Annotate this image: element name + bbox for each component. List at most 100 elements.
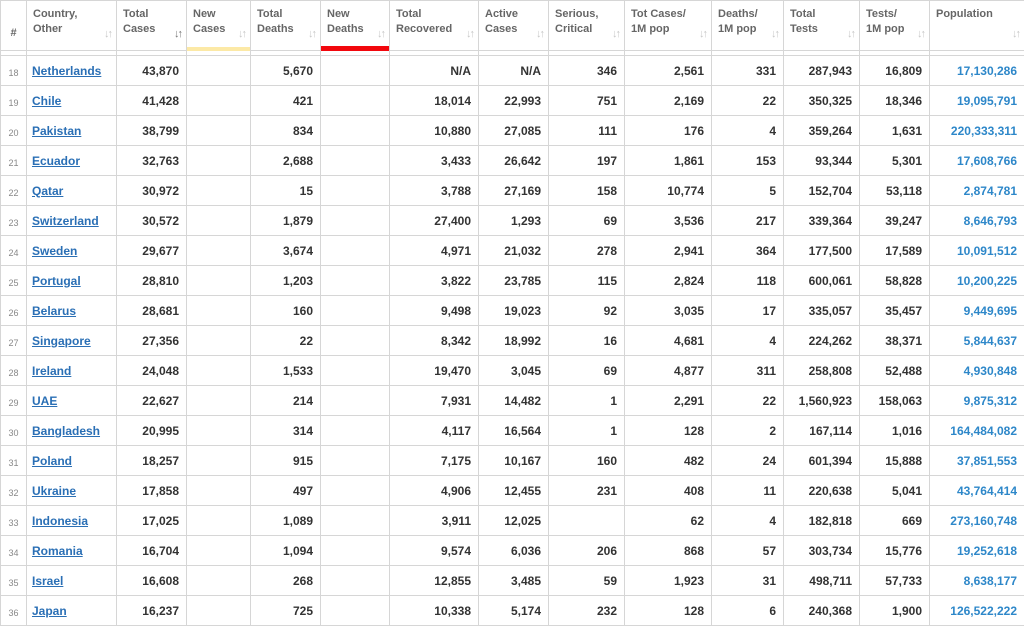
cell-serious: 158 — [549, 176, 625, 206]
cell-deaths-per-m: 22 — [712, 386, 784, 416]
header-new-cases[interactable]: NewCases↓↑ — [187, 1, 251, 51]
sort-arrows-icon[interactable]: ↓↑ — [466, 27, 473, 42]
header-rank[interactable]: # — [1, 1, 27, 51]
cell-total-cases: 27,356 — [117, 326, 187, 356]
header-total-deaths[interactable]: TotalDeaths↓↑ — [251, 1, 321, 51]
sort-arrows-icon[interactable]: ↓↑ — [917, 27, 924, 42]
country-link[interactable]: Switzerland — [32, 214, 99, 228]
country-link[interactable]: Japan — [32, 604, 67, 618]
cell-new-cases — [187, 296, 251, 326]
header-total-tests[interactable]: TotalTests↓↑ — [784, 1, 860, 51]
cell-new-deaths — [321, 506, 390, 536]
cell-total-deaths: 421 — [251, 86, 321, 116]
cell-total-recovered: 19,470 — [390, 356, 479, 386]
cell-total-recovered: 4,117 — [390, 416, 479, 446]
cell-total-recovered: 8,342 — [390, 326, 479, 356]
cell-new-cases — [187, 356, 251, 386]
cell-country: Switzerland — [27, 206, 117, 236]
header-label-line2: 1M pop — [718, 22, 765, 37]
country-link[interactable]: Chile — [32, 94, 61, 108]
cell-new-cases — [187, 566, 251, 596]
country-link[interactable]: Belarus — [32, 304, 76, 318]
cell-new-deaths — [321, 386, 390, 416]
country-link[interactable]: Indonesia — [32, 514, 88, 528]
country-link[interactable]: Ireland — [32, 364, 71, 378]
new-deaths-highlight-bar — [321, 46, 389, 51]
cell-deaths-per-m: 6 — [712, 596, 784, 626]
cell-serious: 232 — [549, 596, 625, 626]
header-total-cases[interactable]: TotalCases↓↑ — [117, 1, 187, 51]
sort-arrows-icon[interactable]: ↓↑ — [104, 27, 111, 42]
header-new-deaths[interactable]: NewDeaths↓↑ — [321, 1, 390, 51]
country-link[interactable]: Singapore — [32, 334, 91, 348]
country-link[interactable]: Sweden — [32, 244, 77, 258]
country-link[interactable]: Qatar — [32, 184, 63, 198]
cell-tests-per-m: 1,631 — [860, 116, 930, 146]
cell-tests-per-m: 53,118 — [860, 176, 930, 206]
cell-deaths-per-m: 153 — [712, 146, 784, 176]
cell-total-cases: 28,810 — [117, 266, 187, 296]
sort-arrows-icon[interactable]: ↓↑ — [377, 27, 384, 42]
header-label-line2: Deaths — [327, 22, 371, 37]
sort-arrows-icon[interactable]: ↓↑ — [847, 27, 854, 42]
sort-arrows-icon[interactable]: ↓↑ — [238, 27, 245, 42]
country-link[interactable]: Ecuador — [32, 154, 80, 168]
cell-active-cases: 14,482 — [479, 386, 549, 416]
header-serious[interactable]: Serious,Critical↓↑ — [549, 1, 625, 51]
cell-new-cases — [187, 206, 251, 236]
cell-country: Belarus — [27, 296, 117, 326]
cell-population: 19,252,618 — [930, 536, 1024, 566]
country-link[interactable]: Netherlands — [32, 64, 101, 78]
country-link[interactable]: UAE — [32, 394, 57, 408]
sort-arrows-icon[interactable]: ↓↑ — [536, 27, 543, 42]
sort-arrows-icon[interactable]: ↓↑ — [699, 27, 706, 42]
cell-total-cases: 17,858 — [117, 476, 187, 506]
cell-deaths-per-m: 31 — [712, 566, 784, 596]
cell-total-cases: 32,763 — [117, 146, 187, 176]
cell-total-recovered: 10,880 — [390, 116, 479, 146]
country-link[interactable]: Ukraine — [32, 484, 76, 498]
cell-total-deaths: 1,203 — [251, 266, 321, 296]
cell-total-cases: 17,025 — [117, 506, 187, 536]
country-link[interactable]: Bangladesh — [32, 424, 100, 438]
cell-serious: 1 — [549, 386, 625, 416]
country-link[interactable]: Israel — [32, 574, 63, 588]
country-link[interactable]: Poland — [32, 454, 72, 468]
header-deaths-per-m[interactable]: Deaths/1M pop↓↑ — [712, 1, 784, 51]
cell-country: Chile — [27, 86, 117, 116]
cell-deaths-per-m: 24 — [712, 446, 784, 476]
header-active-cases[interactable]: ActiveCases↓↑ — [479, 1, 549, 51]
header-label-line1: Population — [936, 7, 1006, 22]
cell-tests-per-m: 5,301 — [860, 146, 930, 176]
cell-cases-per-m: 10,774 — [625, 176, 712, 206]
cell-total-recovered: 3,433 — [390, 146, 479, 176]
header-total-recovered[interactable]: TotalRecovered↓↑ — [390, 1, 479, 51]
table-row: 26Belarus28,6811609,49819,023923,0351733… — [1, 296, 1024, 326]
country-link[interactable]: Portugal — [32, 274, 81, 288]
cell-cases-per-m: 128 — [625, 416, 712, 446]
header-tests-per-m[interactable]: Tests/1M pop↓↑ — [860, 1, 930, 51]
header-label-line2: 1M pop — [631, 22, 693, 37]
country-link[interactable]: Romania — [32, 544, 83, 558]
sort-arrows-icon[interactable]: ↓↑ — [308, 27, 315, 42]
cell-rank: 32 — [1, 476, 27, 506]
sort-arrows-icon[interactable]: ↓↑ — [1012, 27, 1019, 42]
header-country[interactable]: Country,Other↓↑ — [27, 1, 117, 51]
cell-population: 17,130,286 — [930, 56, 1024, 86]
header-population[interactable]: Population ↓↑ — [930, 1, 1024, 51]
cell-rank: 35 — [1, 566, 27, 596]
cell-total-recovered: 9,498 — [390, 296, 479, 326]
sort-arrows-icon[interactable]: ↓↑ — [771, 27, 778, 42]
sort-arrows-icon[interactable]: ↓↑ — [612, 27, 619, 42]
cell-population: 2,874,781 — [930, 176, 1024, 206]
header-cases-per-m[interactable]: Tot Cases/1M pop↓↑ — [625, 1, 712, 51]
header-label-line2: 1M pop — [866, 22, 911, 37]
cell-total-tests: 498,711 — [784, 566, 860, 596]
cell-active-cases: 5,174 — [479, 596, 549, 626]
cell-new-cases — [187, 506, 251, 536]
cell-country: UAE — [27, 386, 117, 416]
cell-total-recovered: 12,855 — [390, 566, 479, 596]
cell-cases-per-m: 482 — [625, 446, 712, 476]
sort-arrows-icon[interactable]: ↓↑ — [174, 27, 181, 42]
country-link[interactable]: Pakistan — [32, 124, 81, 138]
